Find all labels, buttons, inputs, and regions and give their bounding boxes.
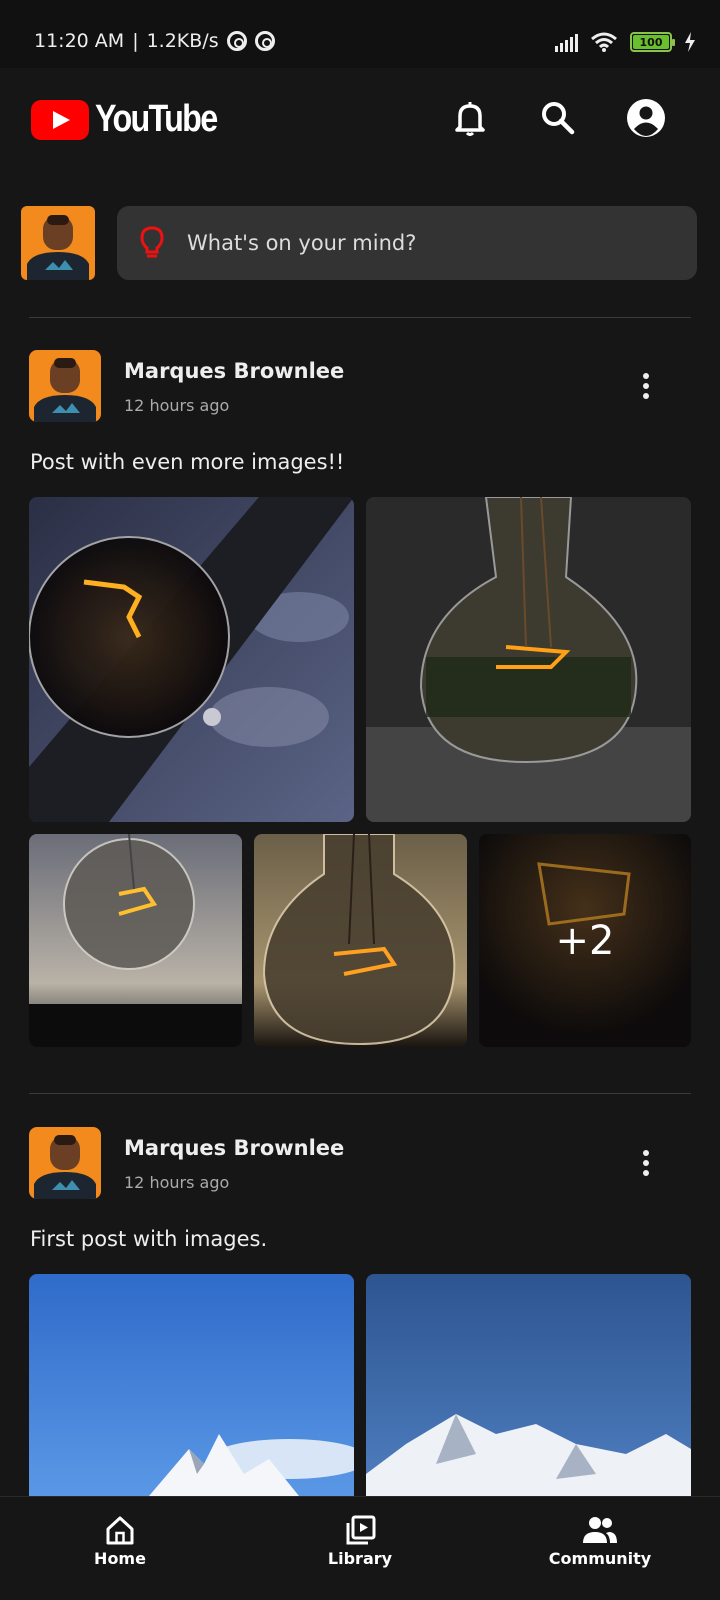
post-image[interactable]: [29, 834, 242, 1047]
more-images-count: +2: [555, 917, 615, 964]
status-network-speed: 1.2KB/s: [146, 30, 219, 52]
wifi-icon: [591, 32, 617, 52]
home-icon: [106, 1516, 134, 1545]
composer-input[interactable]: What's on your mind?: [117, 206, 697, 280]
bell-icon[interactable]: [450, 98, 490, 138]
battery-icon: 100: [630, 32, 675, 52]
nav-library-label: Library: [327, 1549, 393, 1568]
status-left: 11:20 AM | 1.2KB/s: [34, 30, 275, 52]
post-text: Post with even more images!!: [30, 450, 345, 474]
more-options-icon[interactable]: [628, 1143, 664, 1183]
post-image[interactable]: [254, 834, 467, 1047]
notification-icon: [226, 31, 247, 51]
post-text: First post with images.: [30, 1227, 268, 1251]
status-right: 100: [555, 31, 696, 53]
nav-community-label: Community: [548, 1549, 652, 1568]
post-image[interactable]: [366, 497, 691, 822]
signal-icon: [555, 32, 578, 52]
post-author[interactable]: Marques Brownlee: [124, 1136, 344, 1160]
charging-icon: [685, 32, 695, 52]
post-avatar[interactable]: [29, 350, 101, 422]
search-icon[interactable]: [538, 98, 578, 138]
notification-icon: [254, 31, 275, 51]
nav-library[interactable]: Library: [290, 1515, 430, 1568]
more-options-icon[interactable]: [628, 366, 664, 406]
logo-text: YouTube: [95, 98, 218, 140]
youtube-play-icon: [31, 99, 89, 140]
post-avatar[interactable]: [29, 1127, 101, 1199]
app-header: YouTube: [0, 68, 720, 172]
youtube-logo[interactable]: YouTube: [31, 98, 238, 141]
status-time: 11:20 AM: [34, 30, 125, 52]
post-author[interactable]: Marques Brownlee: [124, 359, 344, 383]
post-image[interactable]: [366, 1274, 691, 1496]
composer-placeholder: What's on your mind?: [187, 231, 417, 255]
nav-community[interactable]: Community: [530, 1515, 670, 1568]
composer-avatar[interactable]: [21, 206, 95, 280]
lightbulb-icon: [140, 226, 164, 258]
library-icon: [346, 1515, 376, 1545]
battery-level: 100: [633, 35, 669, 49]
divider: [29, 1093, 691, 1094]
post-image-more[interactable]: +2: [479, 834, 691, 1047]
post-time: 12 hours ago: [124, 396, 230, 415]
post-image[interactable]: [29, 497, 354, 822]
status-separator: |: [132, 30, 139, 52]
post-image[interactable]: [29, 1274, 354, 1496]
nav-home-label: Home: [94, 1549, 146, 1568]
bottom-nav: Home Library Community: [0, 1496, 720, 1600]
post-time: 12 hours ago: [124, 1173, 230, 1192]
nav-home[interactable]: Home: [50, 1515, 190, 1568]
status-bar: 11:20 AM | 1.2KB/s 100: [0, 0, 720, 68]
account-icon[interactable]: [626, 98, 666, 138]
community-icon: [583, 1517, 617, 1543]
divider: [29, 317, 691, 318]
